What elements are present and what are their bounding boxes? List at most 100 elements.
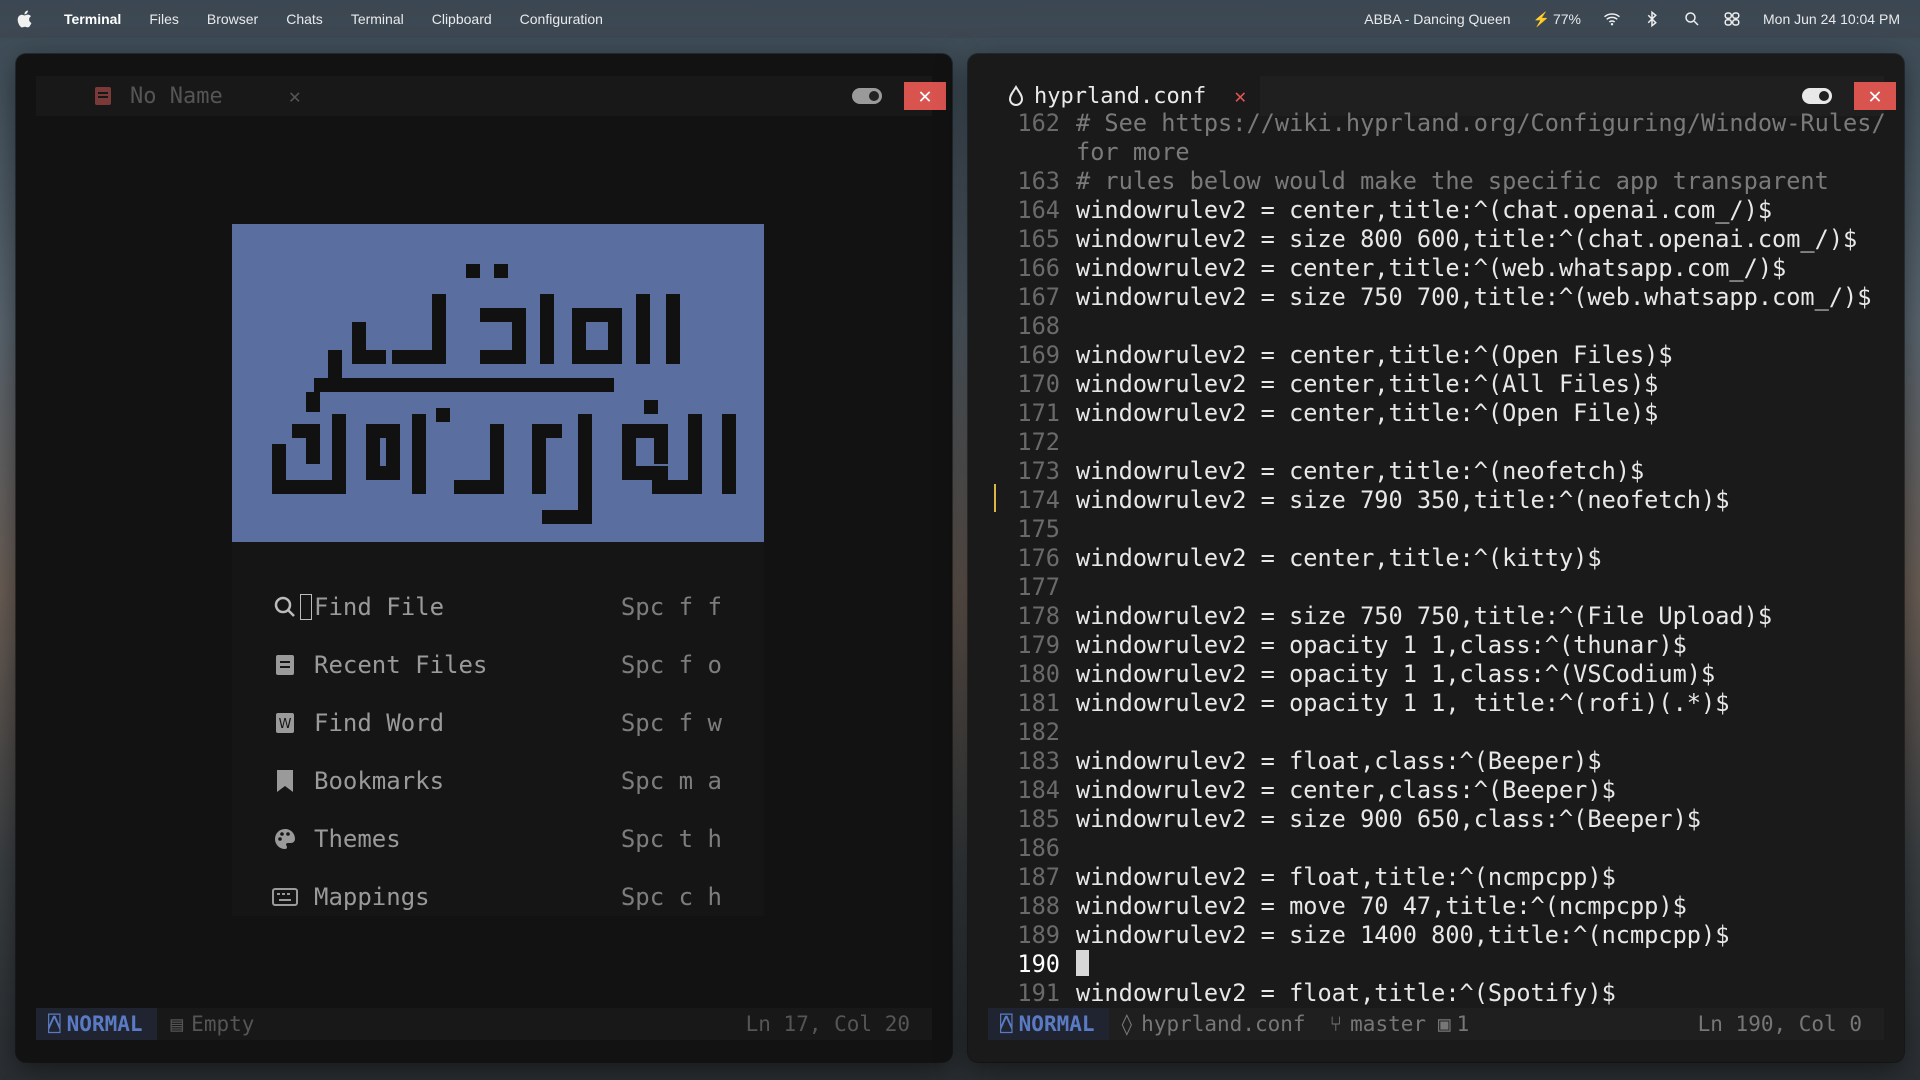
code-editor[interactable]: 162 # See https://wiki.hyprland.org/Confi… [1004,109,1886,1008]
line-text: windowrulev2 = center,title:^(chat.opena… [1076,196,1773,224]
dashboard-bookmarks[interactable]: Bookmarks Spc m a [272,761,752,801]
tab-close-button[interactable]: ✕ [1234,84,1246,108]
menu-files[interactable]: Files [135,11,193,27]
line-number: 177 [1017,573,1060,601]
line-number: 184 [1017,776,1060,804]
mode-indicator: ⍓ NORMAL [988,1008,1109,1040]
dashboard-find-file[interactable]: Find File Spc f f [272,587,752,627]
buffer-icon: ▣ [1438,1012,1451,1036]
menu-terminal-app[interactable]: Terminal [50,11,135,27]
line-text: windowrulev2 = float,title:^(Spotify)$ [1076,979,1616,1007]
code-line[interactable]: 173 windowrulev2 = center,title:^(neofetc… [1004,457,1886,486]
line-text: windowrulev2 = float,title:^(ncmpcpp)$ [1076,863,1616,891]
dashboard-themes[interactable]: Themes Spc t h [272,819,752,859]
code-line[interactable]: 175 [1004,515,1886,544]
svg-text:W: W [279,717,292,732]
bluetooth-icon[interactable] [1643,10,1661,28]
code-line[interactable]: 184 windowrulev2 = center,class:^(Beeper)… [1004,776,1886,805]
menu-configuration[interactable]: Configuration [506,11,617,27]
code-line[interactable]: 186 [1004,834,1886,863]
line-number: 173 [1017,457,1060,485]
line-text: windowrulev2 = opacity 1 1,class:^(thuna… [1076,631,1687,659]
dashboard-recent-files[interactable]: Recent Files Spc f o [272,645,752,685]
dashboard-mappings[interactable]: Mappings Spc c h [272,877,752,917]
line-number: 172 [1017,428,1060,456]
line-number: 176 [1017,544,1060,572]
close-button[interactable]: ✕ [904,82,946,110]
line-number: 163 [1017,167,1060,195]
code-line[interactable]: 188 windowrulev2 = move 70 47,title:^(ncm… [1004,892,1886,921]
code-line[interactable]: 180 windowrulev2 = opacity 1 1,class:^(VS… [1004,660,1886,689]
line-text: windowrulev2 = center,title:^(web.whatsa… [1076,254,1787,282]
code-line[interactable]: 165 windowrulev2 = size 800 600,title:^(c… [1004,225,1886,254]
right-terminal-window[interactable]: hyprland.conf ✕ ✕ 162 # See https://wiki.… [968,54,1904,1062]
tab-close-button[interactable]: ✕ [289,84,301,108]
wifi-icon[interactable] [1603,10,1621,28]
close-button[interactable]: ✕ [1854,82,1896,110]
drop-icon [1008,85,1024,106]
code-line[interactable]: 191 windowrulev2 = float,title:^(Spotify)… [1004,979,1886,1008]
code-line[interactable]: 174 windowrulev2 = size 790 350,title:^(n… [1004,486,1886,515]
bookmark-icon [272,768,298,794]
code-line[interactable]: 185 windowrulev2 = size 900 650,class:^(B… [1004,805,1886,834]
menu-chats[interactable]: Chats [272,11,337,27]
line-number: 185 [1017,805,1060,833]
line-number: 168 [1017,312,1060,340]
menu-clipboard[interactable]: Clipboard [418,11,506,27]
code-line[interactable]: 190 [1004,950,1886,979]
palette-icon [272,826,298,852]
line-number: 165 [1017,225,1060,253]
code-line[interactable]: 164 windowrulev2 = center,title:^(chat.op… [1004,196,1886,225]
line-text: windowrulev2 = opacity 1 1, title:^(rofi… [1076,689,1730,717]
code-line[interactable]: 179 windowrulev2 = opacity 1 1,class:^(th… [1004,631,1886,660]
code-line[interactable]: 170 windowrulev2 = center,title:^(All Fil… [1004,370,1886,399]
line-number: 188 [1017,892,1060,920]
dashboard-item-keys: Spc f f [620,593,722,621]
mode-indicator: ⍓ NORMAL [36,1008,157,1040]
code-line[interactable]: 178 windowrulev2 = size 750 750,title:^(F… [1004,602,1886,631]
now-playing[interactable]: ABBA - Dancing Queen [1364,11,1510,27]
code-line[interactable]: 166 windowrulev2 = center,title:^(web.wha… [1004,254,1886,283]
clock[interactable]: Mon Jun 24 10:04 PM [1763,11,1900,27]
theme-toggle[interactable] [1802,88,1832,104]
code-line[interactable]: 167 windowrulev2 = size 750 700,title:^(w… [1004,283,1886,312]
control-center-icon[interactable] [1723,10,1741,28]
code-line[interactable]: 176 windowrulev2 = center,title:^(kitty)$ [1004,544,1886,573]
menu-bar: Terminal Files Browser Chats Terminal Cl… [0,0,1920,38]
dashboard-item-keys: Spc t h [620,825,722,853]
search-icon[interactable] [1683,10,1701,28]
dashboard-find-word[interactable]: W Find Word Spc f w [272,703,752,743]
code-line[interactable]: 183 windowrulev2 = float,class:^(Beeper)$ [1004,747,1886,776]
code-line[interactable]: 187 windowrulev2 = float,title:^(ncmpcpp)… [1004,863,1886,892]
line-number: 162 [1017,109,1060,137]
code-line[interactable]: 163 # rules below would make the specific… [1004,167,1886,196]
line-number: 174 [1017,486,1060,514]
vim-icon: ⍓ [48,1012,61,1036]
code-line[interactable]: for more [1004,138,1886,167]
code-line[interactable]: 162 # See https://wiki.hyprland.org/Confi… [1004,109,1885,138]
apple-icon[interactable] [14,8,36,30]
code-line[interactable]: 169 windowrulev2 = center,title:^(Open Fi… [1004,341,1886,370]
mode-label: NORMAL [1018,1012,1095,1036]
menu-terminal[interactable]: Terminal [337,11,418,27]
code-line[interactable]: 181 windowrulev2 = opacity 1 1, title:^(r… [1004,689,1886,718]
file-name: Empty [191,1012,255,1036]
tab-bar: No Name ✕ ✕ [36,76,946,116]
status-line: ⍓ NORMAL ◊ hyprland.conf ⑂ master ▣ 1 Ln… [988,1008,1884,1040]
line-number: 166 [1017,254,1060,282]
tab-no-name[interactable]: No Name ✕ [94,76,301,116]
menu-browser[interactable]: Browser [193,11,272,27]
code-line[interactable]: 172 [1004,428,1886,457]
code-line[interactable]: 177 [1004,573,1886,602]
code-line[interactable]: 171 windowrulev2 = center,title:^(Open Fi… [1004,399,1886,428]
battery-status[interactable]: ⚡ 77% [1533,11,1581,28]
theme-toggle[interactable] [852,88,882,104]
cursor-position: Ln 190, Col 0 [1697,1012,1862,1036]
code-line[interactable]: 189 windowrulev2 = size 1400 800,title:^(… [1004,921,1886,950]
code-line[interactable]: 182 [1004,718,1886,747]
left-terminal-window[interactable]: No Name ✕ ✕ Find File Spc f f Recent Fil… [16,54,952,1062]
line-number: 164 [1017,196,1060,224]
code-line[interactable]: 168 [1004,312,1886,341]
line-text: windowrulev2 = size 800 600,title:^(chat… [1076,225,1858,253]
cursor-position: Ln 17, Col 20 [745,1012,910,1036]
